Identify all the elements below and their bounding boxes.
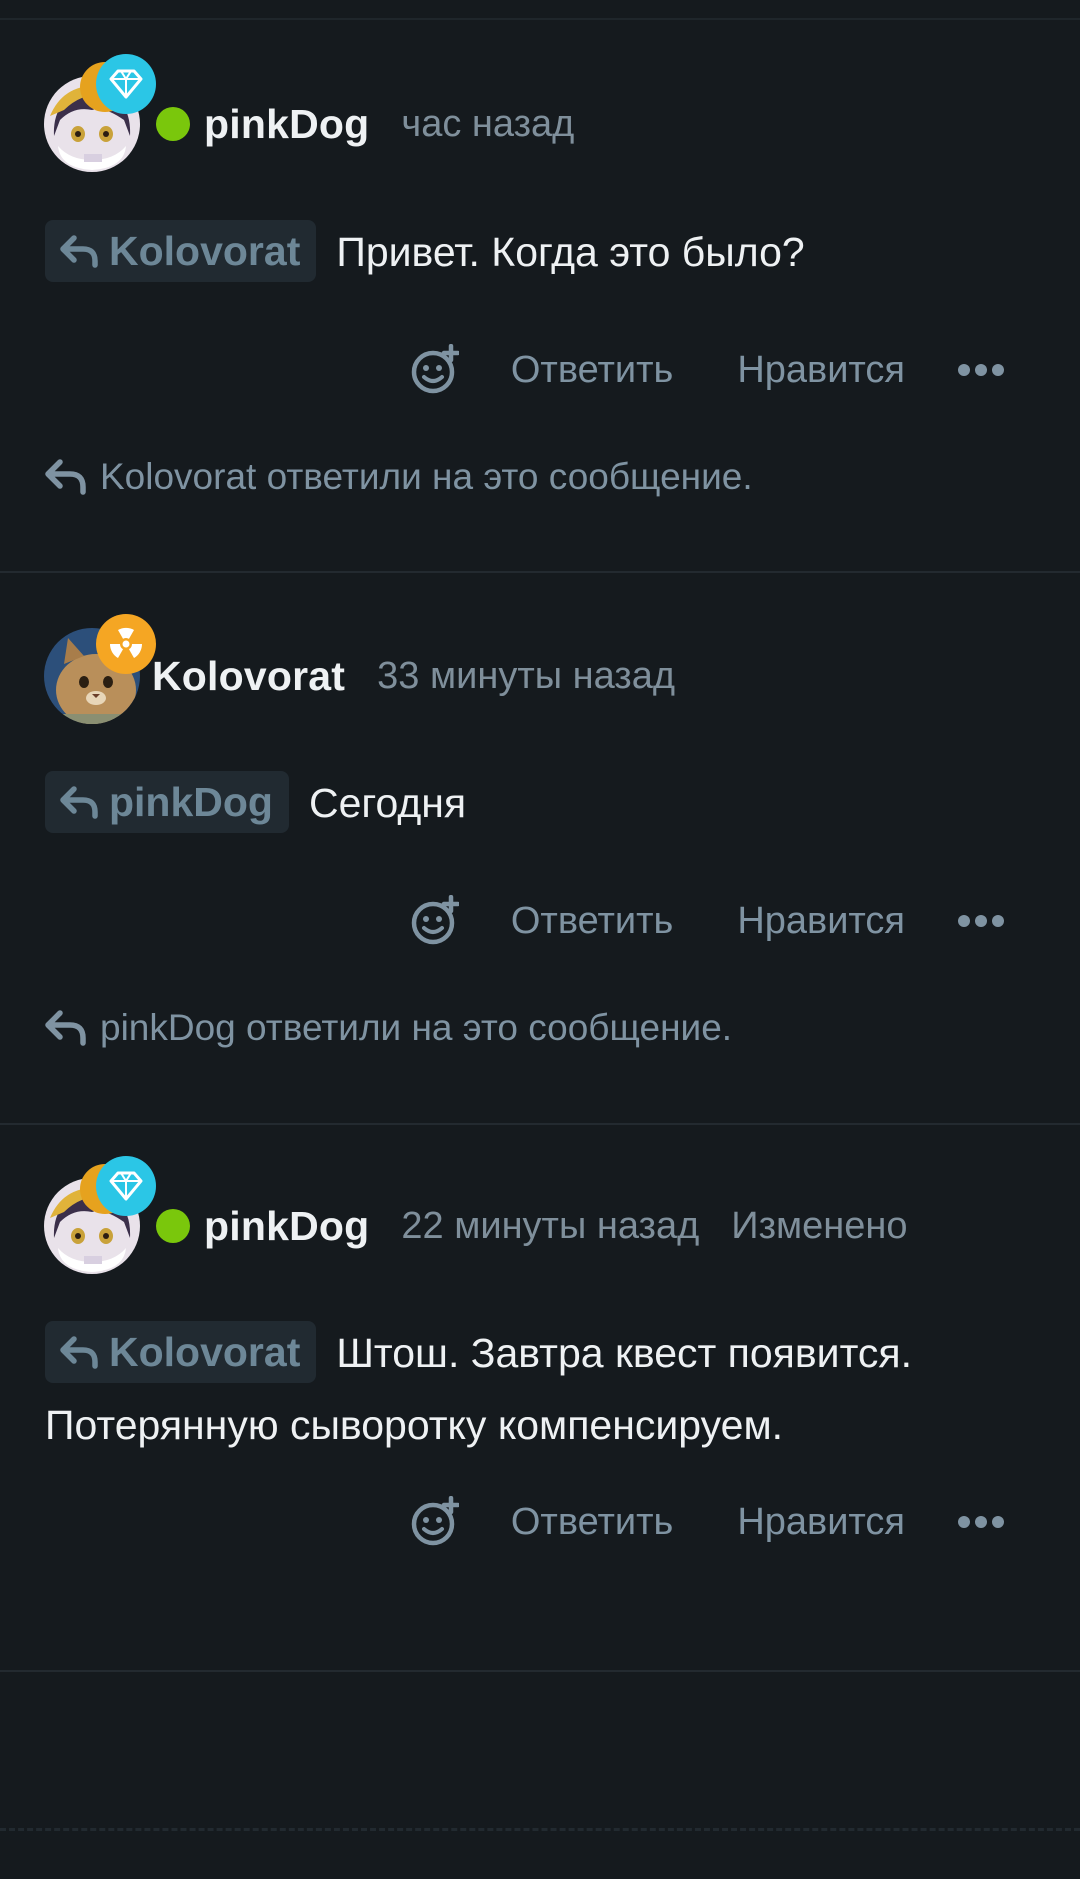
comment: pinkDog час назад Kolovorat Привет. Когд… bbox=[0, 0, 1080, 574]
diamond-badge-icon bbox=[96, 54, 156, 114]
comment: pinkDog 22 минуты назад Изменено Kolovor… bbox=[0, 1125, 1080, 1670]
replied-note-text: Kolovorat ответили на это сообщение. bbox=[100, 456, 753, 497]
reply-to-chip[interactable]: Kolovorat bbox=[45, 1321, 317, 1384]
add-reaction-icon[interactable] bbox=[411, 895, 459, 947]
online-status-dot bbox=[156, 1209, 190, 1243]
reply-arrow-icon bbox=[60, 786, 98, 819]
like-button[interactable]: Нравится bbox=[737, 349, 905, 392]
reply-to-username: Kolovorat bbox=[109, 228, 301, 275]
more-options-icon[interactable] bbox=[957, 1515, 1005, 1529]
reply-button[interactable]: Ответить bbox=[511, 349, 673, 392]
username[interactable]: pinkDog bbox=[204, 1203, 369, 1250]
avatar[interactable] bbox=[44, 54, 156, 172]
like-button[interactable]: Нравится bbox=[737, 900, 905, 943]
online-status-dot bbox=[156, 107, 190, 141]
timestamp: 33 минуты назад bbox=[377, 654, 676, 697]
replied-note-text: pinkDog ответили на это сообщение. bbox=[100, 1007, 733, 1048]
comment-actions: Ответить Нравится bbox=[411, 340, 1080, 400]
reply-to-username: pinkDog bbox=[109, 779, 273, 826]
replied-note[interactable]: Kolovorat ответили на это сообщение. bbox=[44, 456, 753, 498]
comment-text: pinkDog Сегодня bbox=[45, 767, 1045, 839]
add-reaction-icon[interactable] bbox=[411, 1496, 459, 1548]
reply-arrow-icon bbox=[45, 459, 86, 495]
like-button[interactable]: Нравится bbox=[737, 1501, 905, 1544]
comment-text: Kolovorat Привет. Когда это было? bbox=[45, 216, 1045, 288]
comment: Kolovorat 33 минуты назад pinkDog Сегодн… bbox=[0, 573, 1080, 1123]
comment-message: Привет. Когда это было? bbox=[336, 229, 805, 275]
reply-arrow-icon bbox=[60, 235, 98, 268]
comment-message: Сегодня bbox=[308, 780, 467, 826]
bottom-dashed-divider bbox=[0, 1828, 1080, 1831]
add-reaction-icon[interactable] bbox=[411, 344, 459, 396]
username[interactable]: Kolovorat bbox=[152, 653, 345, 700]
reply-to-username: Kolovorat bbox=[109, 1329, 301, 1376]
comment-header: pinkDog 22 минуты назад Изменено bbox=[44, 1156, 908, 1276]
comment-actions: Ответить Нравится bbox=[411, 1492, 1080, 1552]
username[interactable]: pinkDog bbox=[204, 101, 369, 148]
reply-to-chip[interactable]: pinkDog bbox=[45, 771, 289, 834]
comment-divider bbox=[0, 1670, 1080, 1672]
avatar[interactable] bbox=[44, 614, 156, 724]
timestamp: час назад bbox=[401, 102, 575, 145]
reply-button[interactable]: Ответить bbox=[511, 1501, 673, 1544]
comment-header: Kolovorat 33 минуты назад bbox=[44, 614, 676, 726]
edited-label: Изменено bbox=[731, 1204, 908, 1247]
reply-to-chip[interactable]: Kolovorat bbox=[45, 220, 317, 283]
reply-arrow-icon bbox=[60, 1336, 98, 1369]
more-options-icon[interactable] bbox=[957, 914, 1005, 928]
reply-button[interactable]: Ответить bbox=[511, 900, 673, 943]
comment-text: Kolovorat Штош. Завтра квест появится. П… bbox=[45, 1317, 1045, 1461]
diamond-badge-icon bbox=[96, 1156, 156, 1216]
comment-actions: Ответить Нравится bbox=[411, 891, 1080, 951]
timestamp: 22 минуты назад bbox=[401, 1204, 700, 1247]
replied-note[interactable]: pinkDog ответили на это сообщение. bbox=[44, 1007, 732, 1049]
avatar[interactable] bbox=[44, 1156, 156, 1274]
reply-arrow-icon bbox=[45, 1010, 86, 1046]
comment-header: pinkDog час назад bbox=[44, 54, 575, 174]
more-options-icon[interactable] bbox=[957, 363, 1005, 377]
radiation-badge-icon bbox=[96, 614, 156, 674]
